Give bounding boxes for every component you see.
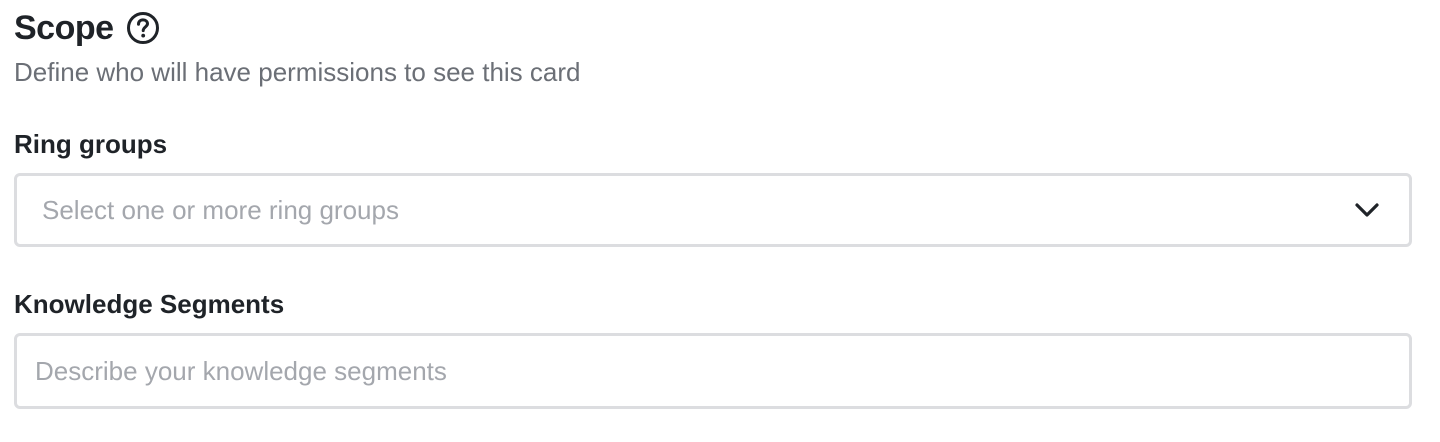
knowledge-segments-label: Knowledge Segments — [14, 289, 285, 319]
title-row: Scope — [14, 6, 160, 50]
knowledge-segments-input[interactable] — [14, 333, 1412, 409]
scope-section: Scope Define who will have permissions t… — [0, 0, 1440, 442]
chevron-down-icon[interactable] — [1353, 201, 1381, 219]
section-subtitle: Define who will have permissions to see … — [14, 57, 581, 87]
section-title: Scope — [14, 9, 114, 47]
ring-groups-placeholder: Select one or more ring groups — [42, 194, 399, 225]
ring-groups-label: Ring groups — [14, 129, 168, 159]
question-circle-icon[interactable] — [126, 11, 160, 45]
ring-groups-select[interactable]: Select one or more ring groups — [14, 173, 1412, 247]
